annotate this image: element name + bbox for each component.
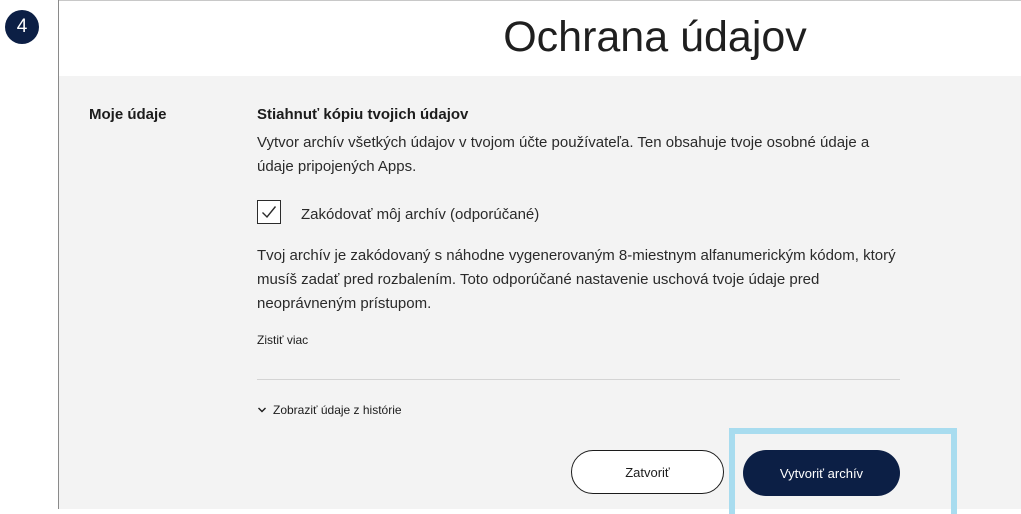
download-description: Vytvor archív všetkých údajov v tvojom ú… xyxy=(257,134,870,175)
chevron-down-icon xyxy=(258,407,266,413)
content-panel: Moje údaje Stiahnuť kópiu tvojich údajov… xyxy=(59,76,1021,514)
encrypt-description: Tvoj archív je zakódovaný s náhodne vyge… xyxy=(257,247,896,312)
check-icon xyxy=(262,206,277,219)
section-label: Moje údaje xyxy=(89,106,167,123)
history-toggle-label: Zobraziť údaje z histórie xyxy=(273,403,402,417)
history-toggle[interactable]: Zobraziť údaje z histórie xyxy=(257,403,402,417)
header: Ochrana údajov xyxy=(59,0,1021,76)
close-button[interactable]: Zatvoriť xyxy=(571,450,724,494)
privacy-window: Ochrana údajov Moje údaje Stiahnuť kópiu… xyxy=(58,0,1021,514)
learn-more-link[interactable]: Zistiť viac xyxy=(257,333,308,347)
page-title: Ochrana údajov xyxy=(503,13,807,61)
create-archive-button[interactable]: Vytvoriť archív xyxy=(743,450,900,496)
encrypt-checkbox[interactable] xyxy=(257,200,281,224)
download-title: Stiahnuť kópiu tvojich údajov xyxy=(257,106,469,123)
step-badge: 4 xyxy=(5,10,39,44)
divider xyxy=(257,379,900,380)
encrypt-checkbox-label[interactable]: Zakódovať môj archív (odporúčané) xyxy=(301,206,539,223)
